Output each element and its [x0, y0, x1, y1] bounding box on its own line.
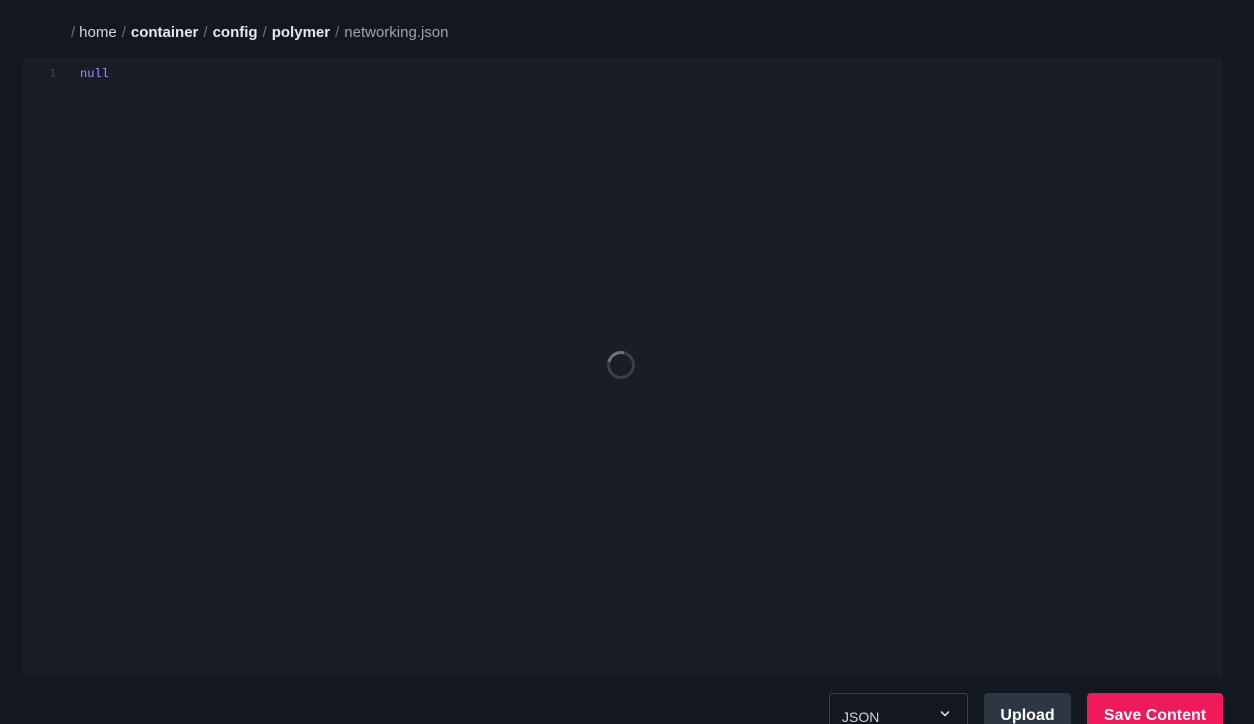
breadcrumb-item-config[interactable]: config: [213, 24, 258, 41]
chevron-down-icon: [940, 711, 950, 717]
language-select-value: JSON: [842, 709, 880, 724]
code-editor[interactable]: 1 null: [23, 58, 1223, 677]
breadcrumb: / home / container / config / polymer / …: [71, 22, 449, 42]
editor-gutter: 1: [23, 58, 71, 677]
language-select[interactable]: JSON: [829, 693, 968, 724]
breadcrumb-separator: /: [121, 23, 126, 41]
breadcrumb-item-polymer[interactable]: polymer: [272, 24, 330, 41]
breadcrumb-separator: /: [71, 23, 76, 41]
save-content-button[interactable]: Save Content: [1087, 693, 1223, 724]
line-number: 1: [49, 67, 56, 80]
editor-footer: JSON Upload Save Content: [0, 693, 1254, 724]
breadcrumb-separator: /: [335, 23, 340, 41]
file-editor-page: / home / container / config / polymer / …: [0, 0, 1254, 724]
breadcrumb-separator: /: [262, 23, 267, 41]
loading-spinner-icon: [601, 345, 641, 385]
breadcrumb-current-file: networking.json: [344, 23, 449, 41]
breadcrumb-item-home[interactable]: home: [79, 24, 117, 41]
upload-button[interactable]: Upload: [984, 693, 1071, 724]
code-line[interactable]: null: [80, 67, 109, 81]
breadcrumb-separator: /: [203, 23, 208, 41]
breadcrumb-item-container[interactable]: container: [131, 24, 199, 41]
